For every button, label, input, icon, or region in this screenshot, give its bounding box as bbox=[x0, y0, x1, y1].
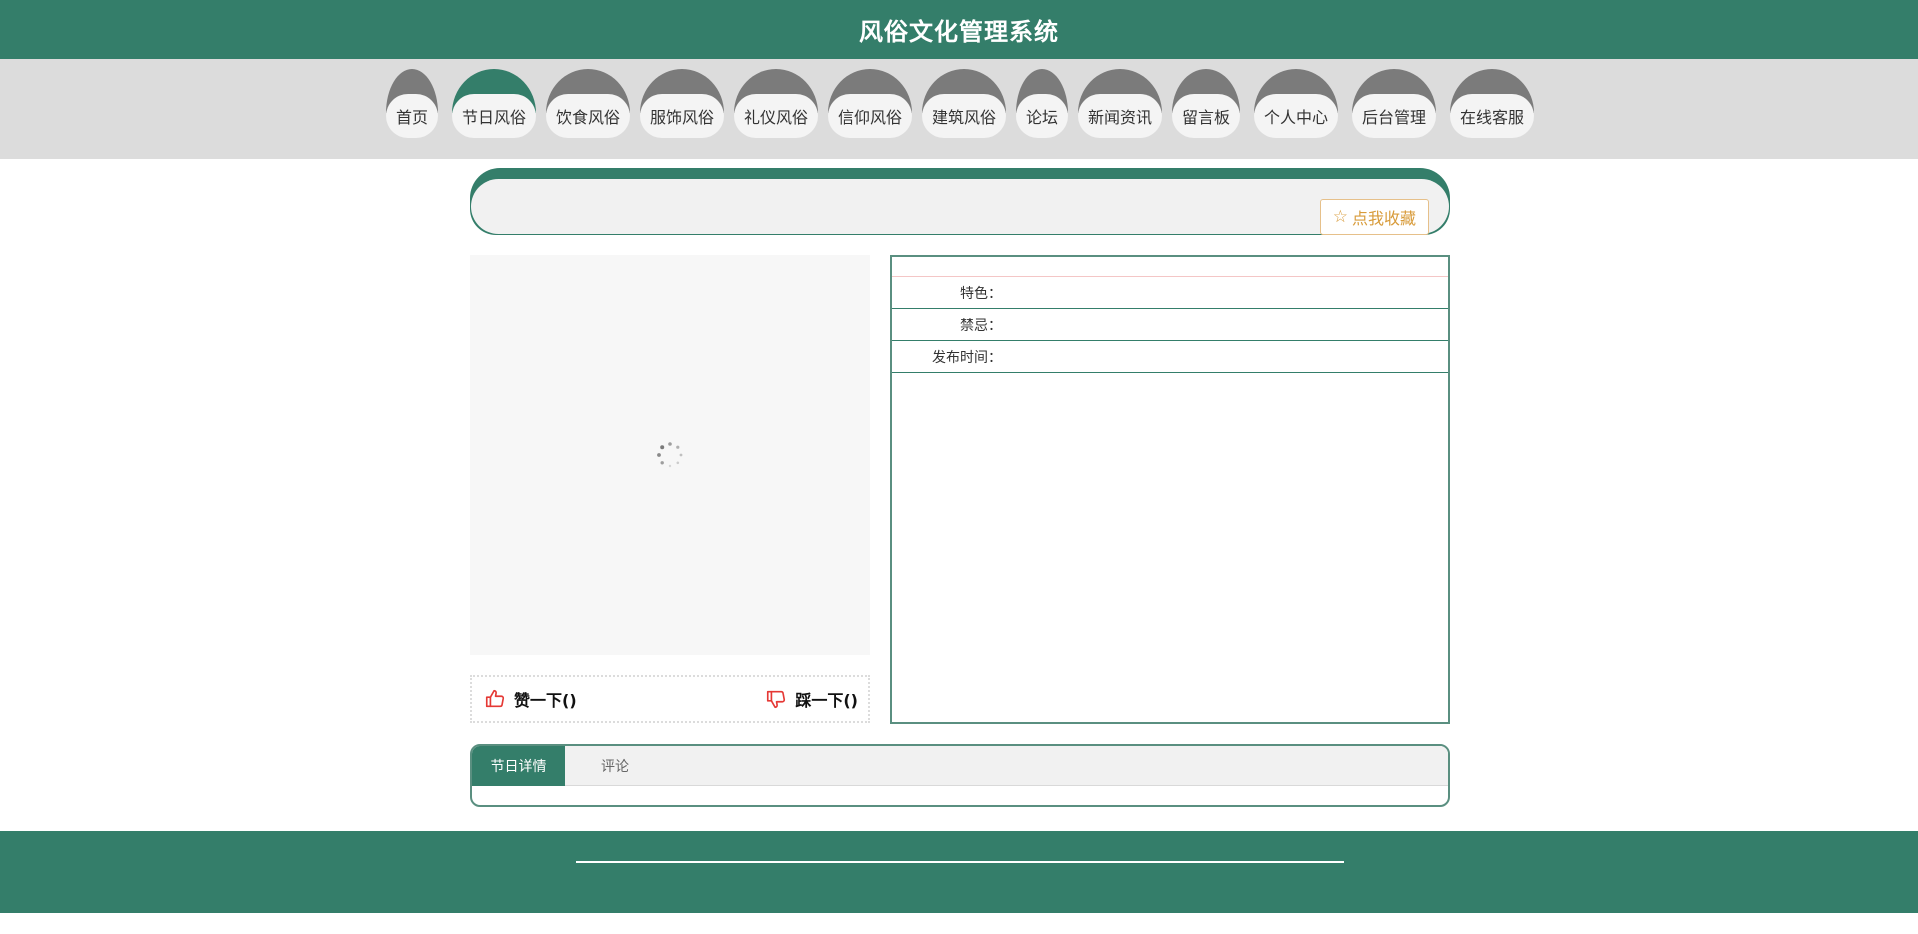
nav-item-news[interactable]: 新闻资讯 bbox=[1078, 69, 1162, 138]
image-carousel bbox=[470, 255, 870, 655]
top-header: 风俗文化管理系统 bbox=[0, 0, 1918, 59]
favorite-button[interactable]: ☆ 点我收藏 bbox=[1319, 199, 1429, 235]
main-nav: 首页 节日风俗 饮食风俗 服饰风俗 礼仪风俗 信仰风俗 建筑风俗 论坛 新闻资讯… bbox=[0, 59, 1918, 159]
nav-item-belief-customs[interactable]: 信仰风俗 bbox=[828, 69, 912, 138]
detail-tabs: 节日详情 评论 bbox=[470, 744, 1450, 807]
thumbs-up-icon bbox=[485, 689, 505, 708]
nav-item-home[interactable]: 首页 bbox=[386, 69, 438, 138]
star-outline-icon: ☆ bbox=[1332, 207, 1348, 227]
tab-festival-details[interactable]: 节日详情 bbox=[472, 746, 565, 786]
nav-item-forum[interactable]: 论坛 bbox=[1016, 69, 1068, 138]
loading-spinner-icon bbox=[657, 442, 683, 468]
detail-info-panel: 特色： 禁忌： 发布时间： bbox=[890, 255, 1450, 724]
vote-bar: 赞一下() 踩一下() bbox=[470, 675, 870, 723]
nav-item-festival-customs[interactable]: 节日风俗 bbox=[452, 69, 536, 138]
nav-item-food-customs[interactable]: 饮食风俗 bbox=[546, 69, 630, 138]
nav-item-message-board[interactable]: 留言板 bbox=[1172, 69, 1240, 138]
like-label: 赞一下() bbox=[514, 691, 577, 710]
nav-item-etiquette-customs[interactable]: 礼仪风俗 bbox=[734, 69, 818, 138]
nav-item-costume-customs[interactable]: 服饰风俗 bbox=[640, 69, 724, 138]
feature-label: 特色： bbox=[960, 285, 1002, 302]
site-title: 风俗文化管理系统 bbox=[859, 18, 1059, 46]
thumbs-down-icon bbox=[767, 690, 786, 709]
detail-row-taboo: 禁忌： bbox=[892, 309, 1448, 341]
favorite-label: 点我收藏 bbox=[1351, 209, 1416, 228]
detail-row-publish-time: 发布时间： bbox=[892, 341, 1448, 373]
tab-comments[interactable]: 评论 bbox=[565, 746, 665, 786]
like-button[interactable]: 赞一下() bbox=[484, 687, 577, 711]
footer-divider bbox=[576, 861, 1344, 863]
dislike-label: 踩一下() bbox=[795, 691, 858, 710]
nav-item-online-service[interactable]: 在线客服 bbox=[1450, 69, 1534, 138]
detail-title-bar: ☆ 点我收藏 bbox=[470, 168, 1450, 235]
dislike-button[interactable]: 踩一下() bbox=[765, 687, 858, 711]
footer bbox=[0, 831, 1918, 913]
publish-time-label: 发布时间： bbox=[932, 349, 1002, 366]
taboo-label: 禁忌： bbox=[960, 317, 1002, 334]
detail-row-feature: 特色： bbox=[892, 277, 1448, 309]
nav-item-admin[interactable]: 后台管理 bbox=[1352, 69, 1436, 138]
nav-item-personal-center[interactable]: 个人中心 bbox=[1254, 69, 1338, 138]
nav-item-architecture-customs[interactable]: 建筑风俗 bbox=[922, 69, 1006, 138]
